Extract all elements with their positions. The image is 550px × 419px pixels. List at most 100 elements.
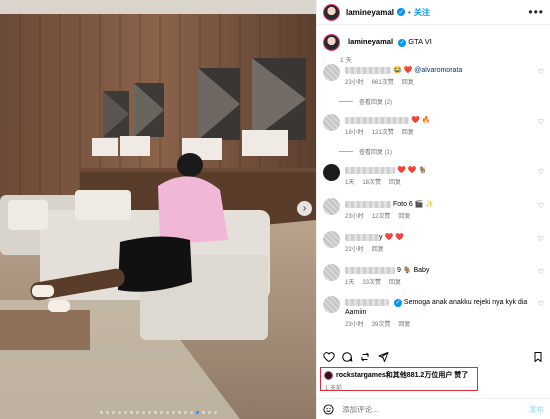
likes-text[interactable]: rockstargames和其他881.2万位用户 赞了 xyxy=(336,370,468,380)
comment-likes[interactable]: 33次赞 xyxy=(362,280,381,286)
reply-button[interactable]: 回复 xyxy=(402,80,414,86)
blurred-username xyxy=(345,233,379,241)
carousel-dot xyxy=(148,411,151,414)
caption-username[interactable]: lamineyamal xyxy=(348,37,393,46)
comment-emoji: 9 🐐 xyxy=(396,267,412,274)
action-bar xyxy=(323,350,544,364)
bookmark-icon[interactable] xyxy=(532,351,544,363)
post-header: lamineyamal ✓ • 关注 ••• xyxy=(317,0,550,25)
comment-time: 23小时 xyxy=(345,322,364,328)
carousel-dot xyxy=(166,411,169,414)
follow-button[interactable]: 关注 xyxy=(414,7,430,18)
carousel-dot xyxy=(130,411,133,414)
carousel-dot xyxy=(142,411,145,414)
carousel-indicator xyxy=(100,411,217,414)
post-button[interactable]: 发布 xyxy=(529,404,544,415)
carousel-dot xyxy=(196,411,199,414)
comment-likes[interactable]: 18次赞 xyxy=(362,180,381,186)
heart-icon[interactable]: ♡ xyxy=(538,68,544,76)
avatar[interactable] xyxy=(324,370,333,380)
header-username[interactable]: lamineyamal xyxy=(346,8,394,17)
comment-likes[interactable]: 39次赞 xyxy=(372,322,391,328)
reply-button[interactable]: 回复 xyxy=(398,322,410,328)
comment-text[interactable]: @alvaromorata xyxy=(414,67,462,74)
post-view: › lamineyamal ✓ • 关注 ••• lamineyamal ✓ G… xyxy=(0,0,550,419)
caption-text: GTA VI xyxy=(408,37,432,46)
more-icon[interactable]: ••• xyxy=(528,5,544,19)
reply-button[interactable]: 回复 xyxy=(402,130,414,136)
comment-likes[interactable]: 661次赞 xyxy=(372,80,394,86)
comment-emoji: 😂 ❤️ xyxy=(392,67,413,74)
comment-input[interactable]: 添加评论... xyxy=(342,404,378,415)
comment-time: 1天 xyxy=(345,180,355,186)
heart-icon[interactable]: ♡ xyxy=(538,235,544,243)
avatar[interactable] xyxy=(323,231,340,248)
carousel-dot xyxy=(178,411,181,414)
post-time: 1 天前 xyxy=(325,386,343,392)
carousel-dot xyxy=(118,411,121,414)
comment-likes[interactable]: 12次赞 xyxy=(372,214,391,220)
comment-time: 23小时 xyxy=(345,80,364,86)
emoji-icon[interactable] xyxy=(323,403,334,415)
avatar[interactable] xyxy=(323,296,340,313)
comment-time: 18小时 xyxy=(345,130,364,136)
avatar[interactable] xyxy=(323,198,340,215)
heart-icon[interactable] xyxy=(323,351,335,363)
carousel-dot xyxy=(184,411,187,414)
comment-likes[interactable]: 121次赞 xyxy=(372,130,394,136)
carousel-dot xyxy=(100,411,103,414)
next-image-button[interactable]: › xyxy=(297,201,312,216)
comment-composer: 添加评论... 发布 xyxy=(317,398,550,419)
comment-text: y xyxy=(379,234,383,241)
reply-button[interactable]: 回复 xyxy=(389,280,401,286)
blurred-username xyxy=(345,200,391,208)
carousel-dot xyxy=(106,411,109,414)
comment-emoji: ❤️ ❤️ 🐐 xyxy=(396,167,427,174)
send-icon[interactable] xyxy=(377,351,389,363)
comment-text: Baby xyxy=(413,267,430,274)
reply-button[interactable]: 回复 xyxy=(398,214,410,220)
blurred-username xyxy=(345,298,389,306)
avatar[interactable] xyxy=(323,64,340,81)
blurred-username xyxy=(345,266,395,274)
carousel-dot xyxy=(160,411,163,414)
avatar[interactable] xyxy=(323,264,340,281)
comment-icon[interactable] xyxy=(341,351,353,363)
verified-icon: ✓ xyxy=(398,38,407,47)
blurred-username xyxy=(345,166,395,174)
caption-time: 1 天 xyxy=(340,56,352,64)
carousel-dot xyxy=(214,411,217,414)
avatar[interactable] xyxy=(323,3,340,21)
carousel-dot xyxy=(208,411,211,414)
comment-feed[interactable]: lamineyamal ✓ GTA VI 1 天 😂 ❤️ @alvaromor… xyxy=(317,30,550,346)
blurred-username xyxy=(345,116,409,124)
carousel-dot xyxy=(202,411,205,414)
reply-button[interactable]: 回复 xyxy=(389,180,401,186)
reply-button[interactable]: 回复 xyxy=(372,247,384,253)
avatar[interactable] xyxy=(323,34,340,51)
blurred-username xyxy=(345,66,391,74)
share-icon[interactable] xyxy=(359,351,371,363)
view-replies-button[interactable]: 查看回复 (1) xyxy=(339,147,392,156)
carousel-dot xyxy=(136,411,139,414)
verified-icon: ✓ xyxy=(397,8,406,16)
comment-text: Foto 6 xyxy=(392,201,413,208)
heart-icon[interactable]: ♡ xyxy=(538,118,544,126)
view-replies-button[interactable]: 查看回复 (2) xyxy=(339,97,392,106)
avatar[interactable] xyxy=(323,164,340,181)
post-photo[interactable]: › xyxy=(0,0,316,419)
chevron-right-icon: › xyxy=(302,203,307,214)
heart-icon[interactable]: ♡ xyxy=(538,168,544,176)
carousel-dot xyxy=(112,411,115,414)
heart-icon[interactable]: ♡ xyxy=(538,300,544,308)
heart-icon[interactable]: ♡ xyxy=(538,268,544,276)
separator: • xyxy=(408,7,411,17)
caption: lamineyamal ✓ GTA VI 1 天 xyxy=(317,30,550,68)
likes-summary: rockstargames和其他881.2万位用户 赞了 1 天前 xyxy=(320,367,478,392)
comment-emoji: ❤️ 🔥 xyxy=(410,117,431,124)
avatar[interactable] xyxy=(323,114,340,131)
comment-emoji: ❤️ ❤️ xyxy=(384,234,404,241)
carousel-dot xyxy=(124,411,127,414)
carousel-dot xyxy=(172,411,175,414)
heart-icon[interactable]: ♡ xyxy=(538,202,544,210)
